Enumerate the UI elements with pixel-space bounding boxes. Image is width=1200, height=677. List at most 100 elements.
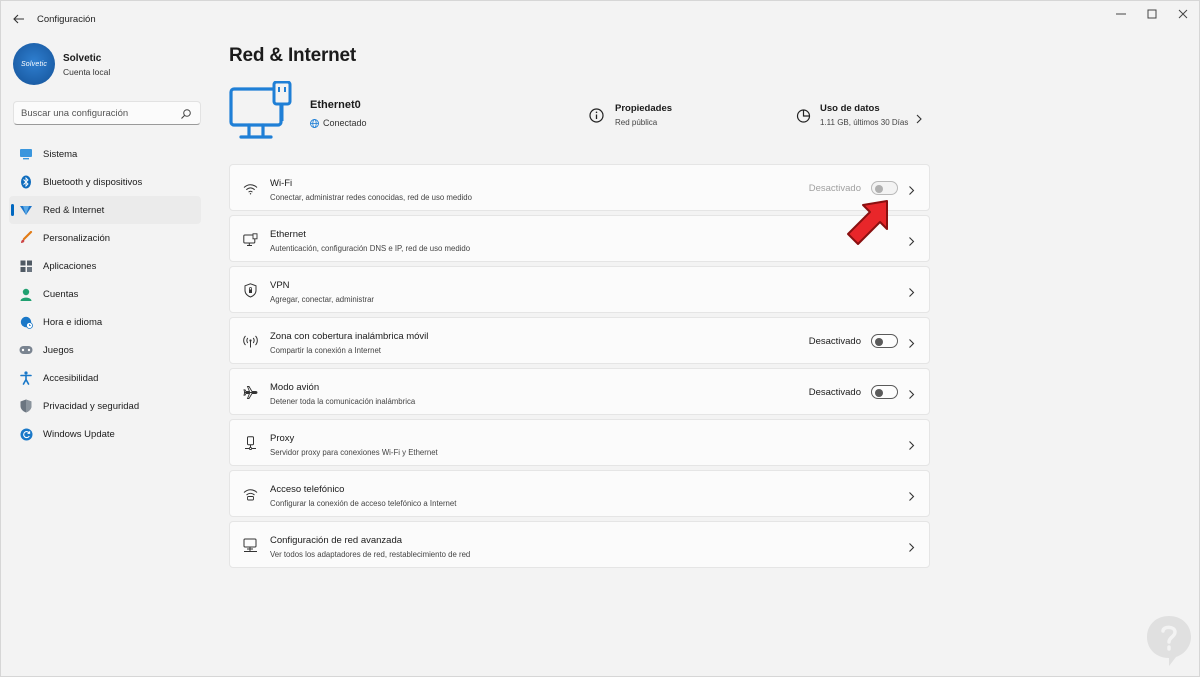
back-arrow-icon[interactable] [9,9,29,29]
card-vpn[interactable]: VPN Agregar, conectar, administrar [229,266,930,313]
pie-chart-icon [796,108,811,123]
settings-window: Configuración Solvetic Solvetic Cuenta l… [0,0,1200,677]
accessibility-icon [19,371,33,385]
avatar[interactable]: Solvetic [13,43,55,85]
refresh-icon [19,427,33,441]
profile-name: Solvetic [63,53,102,64]
data-usage-title: Uso de datos [820,103,880,114]
red-pointer-arrow-icon [843,197,893,251]
search-input[interactable] [21,107,171,119]
sidebar-item-label: Juegos [43,344,74,356]
sidebar-item-accesibilidad[interactable]: Accesibilidad [9,364,201,392]
card-title: Acceso telefónico [270,484,345,495]
chevron-right-icon [908,489,915,501]
airplane-icon [243,385,258,400]
apps-grid-icon [19,259,33,273]
card-subtitle: Servidor proxy para conexiones Wi-Fi y E… [270,448,438,457]
settings-list: Wi-Fi Conectar, administrar redes conoci… [229,164,930,572]
hotspot-toggle[interactable] [871,334,898,348]
page-title: Red & Internet [229,45,357,66]
card-airplane-mode[interactable]: Modo avión Detener toda la comunicación … [229,368,930,415]
sidebar-item-personalizacion[interactable]: Personalización [9,224,201,252]
sidebar-nav: Sistema Bluetooth y dispositivos Red & I… [9,140,201,448]
sidebar-item-label: Bluetooth y dispositivos [43,176,143,188]
sidebar-item-label: Privacidad y seguridad [43,400,140,412]
globe-icon [310,118,319,128]
monitor-icon [19,147,33,161]
card-title: Proxy [270,433,295,444]
network-diamond-icon [19,203,33,217]
chevron-right-icon [908,540,915,552]
sidebar-item-sistema[interactable]: Sistema [9,140,201,168]
card-subtitle: Ver todos los adaptadores de red, restab… [270,550,471,559]
minimize-icon[interactable] [1107,6,1135,22]
ethernet-icon [243,232,258,247]
globe-clock-icon [19,315,33,329]
connection-hero: Ethernet0 Conectado Propiedades Red públ… [229,80,929,151]
airplane-mode-toggle[interactable] [871,385,898,399]
sidebar-item-label: Cuentas [43,288,79,300]
sidebar-item-hora-idioma[interactable]: Hora e idioma [9,308,201,336]
toggle-state-label: Desactivado [808,336,861,347]
sidebar-item-windows-update[interactable]: Windows Update [9,420,201,448]
card-advanced-network[interactable]: Configuración de red avanzada Ver todos … [229,521,930,568]
gamepad-icon [19,343,33,357]
proxy-icon [243,436,258,451]
chevron-right-icon [908,336,915,348]
bluetooth-icon [19,175,33,189]
sidebar-item-cuentas[interactable]: Cuentas [9,280,201,308]
sidebar-item-bluetooth[interactable]: Bluetooth y dispositivos [9,168,201,196]
sidebar-item-label: Aplicaciones [43,260,97,272]
chevron-right-icon [915,111,923,124]
brush-icon [19,231,33,245]
network-adapter-icon [243,538,258,553]
hotspot-icon [243,334,258,349]
chevron-right-icon [908,387,915,399]
solvetic-watermark-icon [1143,613,1195,669]
card-subtitle: Compartir la conexión a Internet [270,346,381,355]
card-subtitle: Detener toda la comunicación inalámbrica [270,397,416,406]
maximize-icon[interactable] [1138,6,1166,22]
profile-account-type: Cuenta local [63,67,111,77]
toggle-state-label: Desactivado [808,387,861,398]
close-icon[interactable] [1169,6,1197,22]
chevron-right-icon [908,234,915,246]
sidebar-item-red-internet[interactable]: Red & Internet [9,196,201,224]
connection-status: Conectado [310,118,367,128]
card-dialup[interactable]: Acceso telefónico Configurar la conexión… [229,470,930,517]
dialup-icon [243,487,258,502]
card-subtitle: Conectar, administrar redes conocidas, r… [270,193,472,202]
card-title: Wi-Fi [270,178,293,189]
sidebar-item-aplicaciones[interactable]: Aplicaciones [9,252,201,280]
connection-status-text: Conectado [323,118,367,128]
wifi-toggle[interactable] [871,181,898,195]
card-title: Configuración de red avanzada [270,535,403,546]
card-ethernet[interactable]: Ethernet Autenticación, configuración DN… [229,215,930,262]
sidebar-item-label: Hora e idioma [43,316,103,328]
data-usage-subtitle: 1.11 GB, últimos 30 Días [820,118,909,127]
connection-name: Ethernet0 [310,99,361,111]
app-title: Configuración [37,14,96,25]
title-bar: Configuración [1,1,1199,37]
sidebar-item-juegos[interactable]: Juegos [9,336,201,364]
chevron-right-icon [908,438,915,450]
card-title: Ethernet [270,229,306,240]
card-subtitle: Autenticación, configuración DNS e IP, r… [270,244,471,253]
card-proxy[interactable]: Proxy Servidor proxy para conexiones Wi-… [229,419,930,466]
properties-subtitle: Red pública [615,118,658,127]
info-icon [589,108,604,123]
card-subtitle: Agregar, conectar, administrar [270,295,375,304]
sidebar-item-label: Red & Internet [43,204,105,216]
search-icon[interactable] [180,107,192,119]
card-hotspot[interactable]: Zona con cobertura inalámbrica móvil Com… [229,317,930,364]
vpn-shield-icon [243,283,258,298]
chevron-right-icon [908,285,915,297]
sidebar-item-privacidad[interactable]: Privacidad y seguridad [9,392,201,420]
shield-icon [19,399,33,413]
card-wifi[interactable]: Wi-Fi Conectar, administrar redes conoci… [229,164,930,211]
chevron-right-icon [908,183,915,195]
toggle-state-label: Desactivado [808,183,861,194]
user-icon [19,287,33,301]
card-title: Modo avión [270,382,320,393]
search-box[interactable] [13,101,201,125]
